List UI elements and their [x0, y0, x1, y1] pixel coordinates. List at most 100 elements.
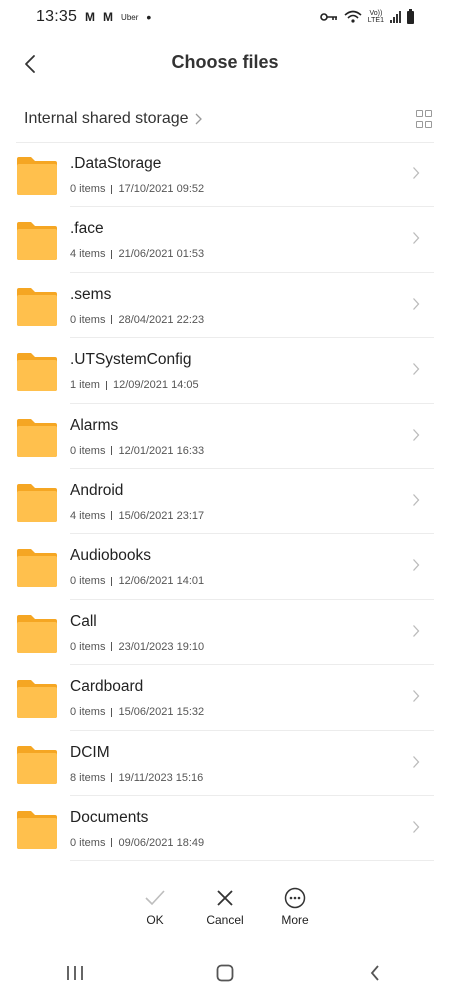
- modified-date: 12/01/2021 16:33: [118, 444, 205, 457]
- file-row[interactable]: Audiobooks 0 items 12/06/2021 14:01: [0, 534, 450, 601]
- folder-name: Documents: [70, 808, 149, 826]
- file-row[interactable]: Call 0 items 23/01/2023 19:10: [0, 600, 450, 666]
- status-left: 13:35 M M Uber •: [36, 8, 151, 26]
- volte-top: Vo)): [369, 10, 383, 17]
- file-row[interactable]: Documents 0 items 09/06/2021 18:49: [0, 796, 450, 862]
- more-icon: [284, 887, 306, 909]
- file-row[interactable]: Cardboard 0 items 15/06/2021 15:32: [0, 665, 450, 731]
- item-count: 0 items: [70, 183, 106, 195]
- folder-icon: [17, 222, 57, 261]
- modified-date: 21/06/2021 01:53: [118, 248, 205, 261]
- battery-icon: [407, 8, 414, 24]
- path-bar: Internal shared storage: [0, 98, 450, 140]
- item-count: 4 items: [70, 509, 106, 522]
- status-bar: 13:35 M M Uber • Vo)) LTE1: [0, 0, 450, 34]
- meta-separator: [111, 576, 113, 586]
- folder-name: DCIM: [70, 743, 110, 761]
- modified-date: 15/06/2021 23:17: [118, 509, 205, 522]
- folder-name: .face: [70, 220, 104, 238]
- modified-date: 17/10/2021 09:52: [118, 183, 205, 195]
- home-button[interactable]: [195, 953, 255, 993]
- meta-separator: [111, 446, 113, 456]
- item-count: 0 items: [70, 706, 106, 719]
- more-button[interactable]: More: [274, 885, 316, 935]
- chevron-right-icon: [413, 232, 420, 245]
- system-nav-bar: [0, 950, 450, 996]
- file-row[interactable]: Android 4 items 15/06/2021 23:17: [0, 469, 450, 535]
- folder-name: Android: [70, 481, 124, 499]
- meta-separator: [105, 380, 107, 390]
- folder-name: Alarms: [70, 416, 119, 434]
- chevron-right-icon: [413, 559, 420, 572]
- file-list: .DataStorage 0 items 17/10/2021 09:52 .f…: [0, 142, 450, 862]
- modified-date: 09/06/2021 18:49: [118, 836, 205, 849]
- modified-date: 23/01/2023 19:10: [118, 640, 205, 653]
- signal-icon: [390, 11, 401, 23]
- file-row[interactable]: Alarms 0 items 12/01/2021 16:33: [0, 404, 450, 470]
- cancel-button[interactable]: Cancel: [204, 885, 246, 935]
- chevron-right-icon: [413, 428, 420, 441]
- folder-name: .sems: [70, 285, 112, 303]
- folder-icon: [17, 680, 57, 719]
- chevron-right-icon: [195, 113, 202, 125]
- recent-apps-icon: [67, 966, 83, 980]
- title-bar: Choose files: [0, 34, 450, 94]
- gmail-icon: M: [103, 10, 114, 24]
- file-row[interactable]: .UTSystemConfig 1 item 12/09/2021 14:05: [0, 338, 450, 404]
- folder-name: Cardboard: [70, 678, 144, 696]
- notification-dot: •: [146, 9, 152, 25]
- folder-icon: [17, 353, 57, 392]
- folder-meta: 8 items 19/11/2023 15:16: [70, 772, 203, 784]
- folder-meta: 0 items 12/01/2021 16:33: [70, 445, 204, 457]
- folder-meta: 1 item 12/09/2021 14:05: [70, 379, 199, 391]
- item-count: 1 item: [70, 379, 100, 392]
- folder-icon: [17, 157, 57, 195]
- folder-icon: [17, 418, 57, 457]
- action-bar: OK Cancel More: [0, 885, 450, 935]
- item-count: 0 items: [70, 640, 106, 653]
- key-icon: [319, 13, 337, 21]
- folder-name: .UTSystemConfig: [70, 351, 192, 369]
- folder-name: Audiobooks: [70, 547, 152, 565]
- breadcrumb[interactable]: Internal shared storage: [24, 110, 202, 128]
- chevron-right-icon: [413, 167, 420, 179]
- folder-meta: 4 items 15/06/2021 23:17: [70, 510, 204, 522]
- back-nav-button[interactable]: [345, 953, 405, 993]
- meta-separator: [111, 249, 113, 259]
- file-row[interactable]: .sems 0 items 28/04/2021 22:23: [0, 273, 450, 339]
- chevron-right-icon: [413, 820, 420, 833]
- item-count: 0 items: [70, 313, 106, 326]
- chevron-right-icon: [413, 624, 420, 637]
- modified-date: 19/11/2023 15:16: [118, 771, 204, 784]
- folder-meta: 0 items 23/01/2023 19:10: [70, 641, 204, 653]
- meta-separator: [111, 642, 113, 652]
- folder-icon: [17, 614, 57, 653]
- status-time: 13:35: [36, 8, 78, 25]
- ok-button[interactable]: OK: [134, 885, 176, 935]
- chevron-right-icon: [413, 690, 420, 703]
- modified-date: 12/06/2021 14:01: [118, 575, 205, 588]
- check-icon: [145, 890, 165, 906]
- folder-name: .DataStorage: [70, 155, 162, 172]
- file-row[interactable]: DCIM 8 items 19/11/2023 15:16: [0, 731, 450, 797]
- folder-icon: [17, 483, 57, 522]
- modified-date: 12/09/2021 14:05: [112, 379, 199, 392]
- file-row[interactable]: .DataStorage 0 items 17/10/2021 09:52: [0, 142, 450, 208]
- folder-icon: [17, 549, 57, 588]
- meta-separator: [111, 707, 113, 717]
- grid-view-icon[interactable]: [416, 110, 434, 128]
- folder-name: Call: [70, 612, 97, 630]
- back-icon: [370, 965, 379, 981]
- chevron-right-icon: [413, 755, 420, 768]
- folder-meta: 0 items 17/10/2021 09:52: [70, 183, 204, 195]
- item-count: 4 items: [70, 248, 106, 261]
- meta-separator: [111, 184, 113, 194]
- home-icon: [216, 964, 234, 982]
- folder-meta: 0 items 09/06/2021 18:49: [70, 837, 204, 849]
- folder-icon: [17, 745, 57, 784]
- file-row[interactable]: .face 4 items 21/06/2021 01:53: [0, 207, 450, 274]
- recent-apps-button[interactable]: [45, 953, 105, 993]
- meta-separator: [111, 315, 113, 325]
- folder-meta: 0 items 28/04/2021 22:23: [70, 314, 204, 326]
- folder-meta: 0 items 15/06/2021 15:32: [70, 706, 204, 718]
